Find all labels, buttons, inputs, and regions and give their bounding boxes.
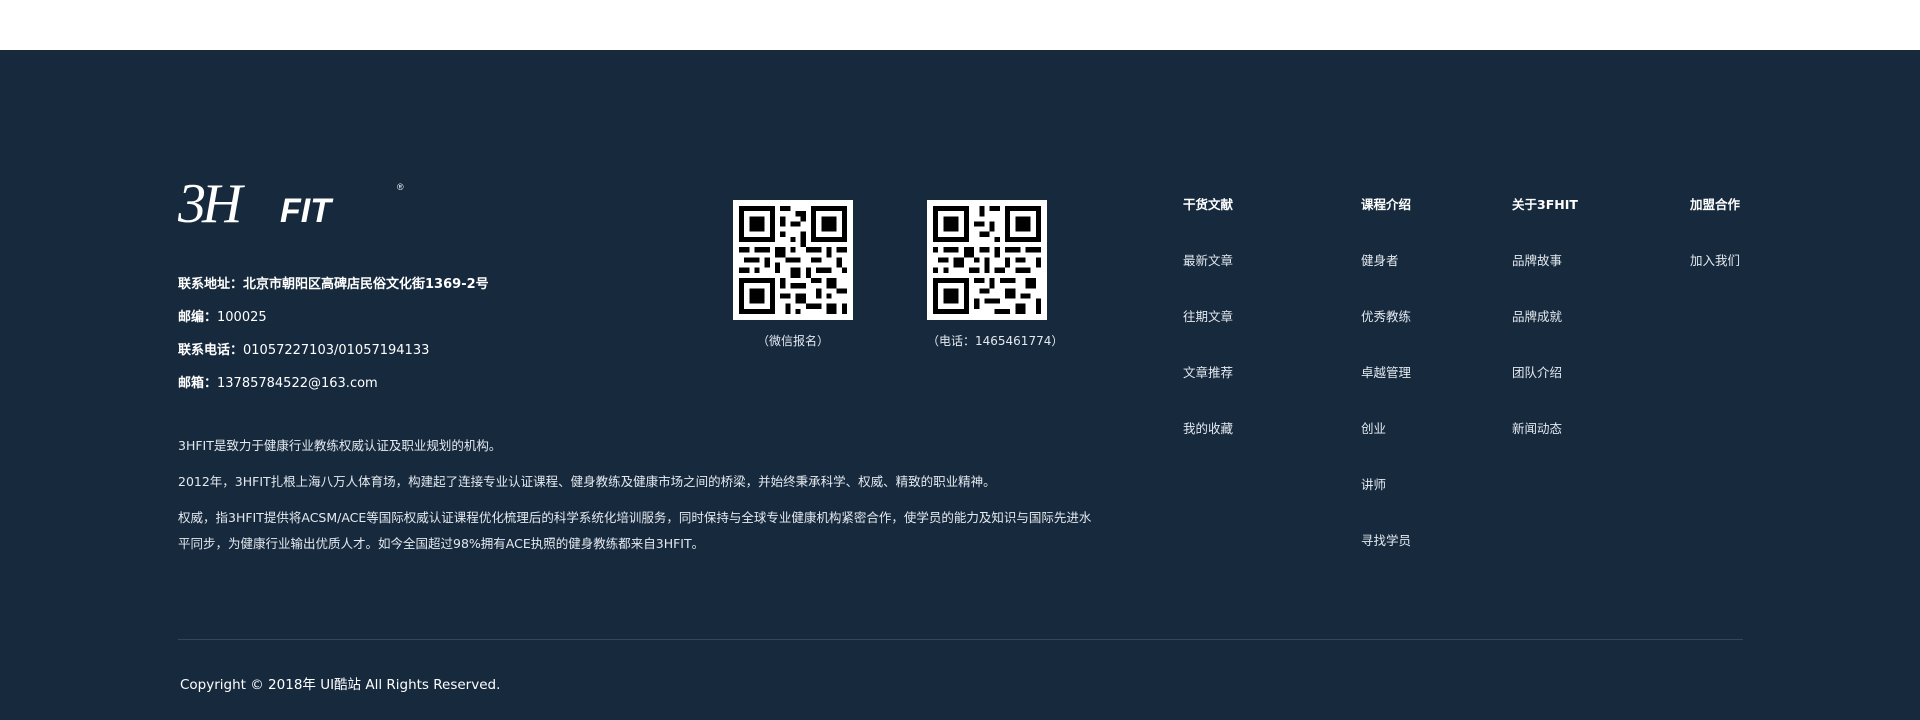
address-label: 联系地址： (178, 277, 244, 292)
qr-code-icon (733, 200, 853, 320)
footer-nav-about: 关于3FHIT 品牌故事 品牌成就 团队介绍 新闻动态 (1512, 195, 1578, 475)
nav-link[interactable]: 卓越管理 (1361, 363, 1411, 419)
qr-wechat: （微信报名） (733, 200, 853, 349)
nav-link[interactable]: 品牌成就 (1512, 307, 1578, 363)
address-value: 北京市朝阳区高碑店民俗文化街1369-2号 (243, 277, 489, 292)
nav-link[interactable]: 加入我们 (1690, 251, 1740, 307)
nav-link[interactable]: 讲师 (1361, 475, 1411, 531)
contact-email-row: 邮箱：13785784522@163.com (178, 367, 489, 400)
qr-wechat-caption: （微信报名） (756, 334, 829, 348)
footer-nav-articles: 干货文献 最新文章 往期文章 文章推荐 我的收藏 (1183, 195, 1233, 475)
footer-divider (178, 639, 1743, 640)
contact-info: 联系地址：北京市朝阳区高碑店民俗文化街1369-2号 邮编：100025 联系电… (178, 268, 489, 400)
nav-link[interactable]: 往期文章 (1183, 307, 1233, 363)
nav-heading-partnership[interactable]: 加盟合作 (1690, 195, 1740, 251)
qr-phone: （电话：1465461774） (927, 200, 1064, 349)
nav-link[interactable]: 优秀教练 (1361, 307, 1411, 363)
nav-link[interactable]: 寻找学员 (1361, 531, 1411, 587)
nav-link[interactable]: 团队介绍 (1512, 363, 1578, 419)
top-blank-area (0, 0, 1920, 50)
nav-link[interactable]: 健身者 (1361, 251, 1411, 307)
nav-link[interactable]: 创业 (1361, 419, 1411, 475)
nav-link[interactable]: 品牌故事 (1512, 251, 1578, 307)
nav-link[interactable]: 新闻动态 (1512, 419, 1578, 475)
phone-value: 01057227103/01057194133 (243, 343, 430, 358)
logo-3h-text: 3H (178, 176, 245, 226)
contact-address-row: 联系地址：北京市朝阳区高碑店民俗文化街1369-2号 (178, 268, 489, 301)
contact-phone-row: 联系电话：01057227103/01057194133 (178, 334, 489, 367)
footer-nav-courses: 课程介绍 健身者 优秀教练 卓越管理 创业 讲师 寻找学员 (1361, 195, 1411, 587)
nav-heading-articles[interactable]: 干货文献 (1183, 195, 1233, 251)
footer-nav-partnership: 加盟合作 加入我们 (1690, 195, 1740, 307)
copyright-text: Copyright © 2018年 UI酷站 All Rights Reserv… (180, 677, 501, 693)
nav-link[interactable]: 文章推荐 (1183, 363, 1233, 419)
email-value: 13785784522@163.com (217, 376, 378, 391)
description-paragraph-2: 2012年，3HFIT扎根上海八万人体育场，构建起了连接专业认证课程、健身教练及… (178, 474, 996, 489)
phone-label: 联系电话： (178, 343, 244, 358)
nav-link[interactable]: 最新文章 (1183, 251, 1233, 307)
nav-link[interactable]: 我的收藏 (1183, 419, 1233, 475)
description-paragraph-1: 3HFIT是致力于健康行业教练权威认证及职业规划的机构。 (178, 438, 502, 453)
logo-fit-text: FIT (280, 192, 334, 226)
qr-code-icon (927, 200, 1047, 320)
zip-value: 100025 (217, 310, 267, 325)
nav-heading-courses[interactable]: 课程介绍 (1361, 195, 1411, 251)
description-paragraph-3: 权威，指3HFIT提供将ACSM/ACE等国际权威认证课程优化梳理后的科学系统化… (178, 510, 1092, 551)
site-footer: 3H FIT ® 联系地址：北京市朝阳区高碑店民俗文化街1369-2号 邮编：1… (0, 50, 1920, 720)
logo-registered-mark: ® (397, 182, 404, 192)
brand-logo[interactable]: 3H FIT ® (178, 176, 408, 226)
nav-heading-about[interactable]: 关于3FHIT (1512, 195, 1578, 251)
email-label: 邮箱： (178, 376, 218, 391)
zip-label: 邮编： (178, 310, 218, 325)
contact-zip-row: 邮编：100025 (178, 301, 489, 334)
qr-phone-caption: （电话：1465461774） (927, 334, 1064, 348)
company-description: 3HFIT是致力于健康行业教练权威认证及职业规划的机构。 2012年，3HFIT… (178, 433, 1098, 567)
